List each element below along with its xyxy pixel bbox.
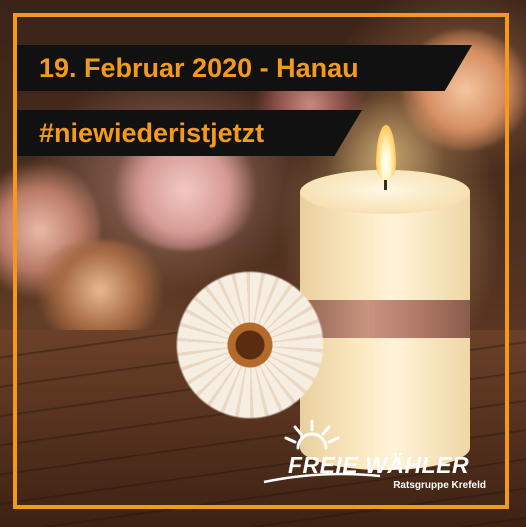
hashtag: #niewiederistjetzt: [39, 117, 265, 148]
date-line: 19. Februar 2020 - Hanau: [39, 52, 359, 83]
freie-waehler-logo: FREIE WÄHLER Ratsgruppe Krefeld: [262, 418, 498, 498]
memorial-post: 19. Februar 2020 - Hanau #niewiederistje…: [0, 0, 526, 527]
ribbon: [300, 300, 470, 338]
hashtag-banner: #niewiederistjetzt: [17, 110, 362, 156]
daisy-flower: [175, 270, 325, 420]
logo-swoosh: [263, 472, 381, 484]
date-banner: 19. Februar 2020 - Hanau: [17, 45, 472, 91]
sun-rays-icon: [284, 419, 340, 450]
logo-subtitle: Ratsgruppe Krefeld: [393, 480, 486, 491]
flower-bloom: [30, 240, 170, 340]
